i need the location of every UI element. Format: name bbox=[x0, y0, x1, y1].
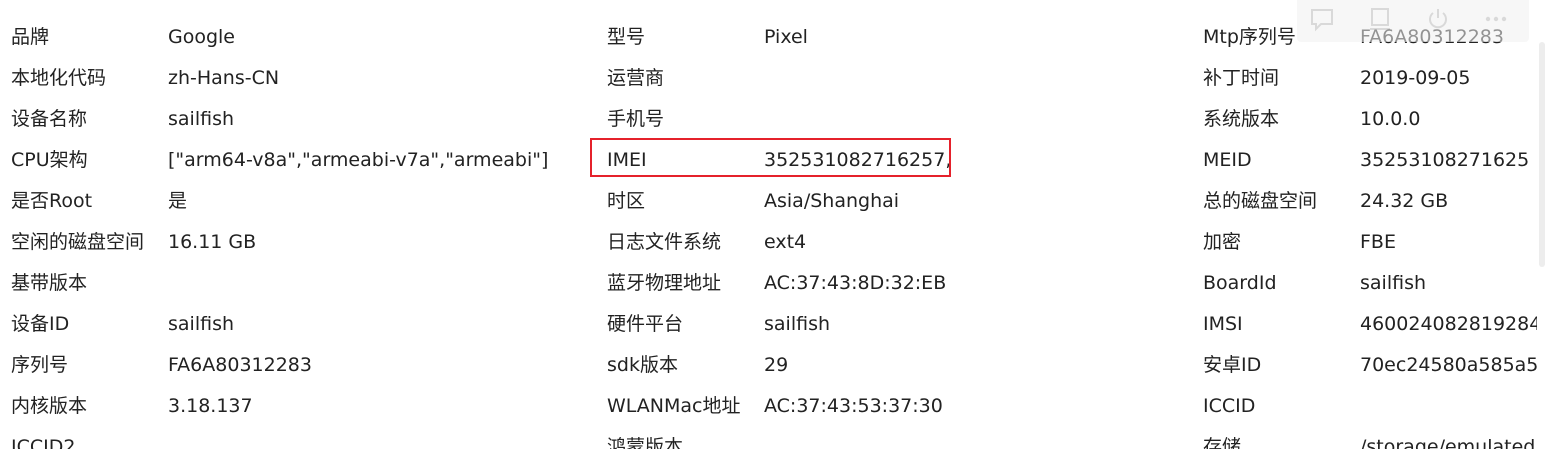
field-value: sailfish bbox=[168, 108, 235, 130]
field-label: 补丁时间 bbox=[1203, 67, 1280, 89]
vertical-scrollbar[interactable] bbox=[1528, 0, 1557, 449]
scrollbar-thumb[interactable] bbox=[1539, 42, 1545, 267]
field-label: 本地化代码 bbox=[11, 67, 107, 89]
field-value: 2019-09-05 bbox=[1360, 67, 1471, 89]
table-row: 空闲的磁盘空间 16.11 GB 日志文件系统 ext4 加密 FBE bbox=[0, 222, 1557, 263]
field-label: 是否Root bbox=[11, 190, 93, 212]
field-label: 设备名称 bbox=[11, 108, 88, 130]
field-label: 系统版本 bbox=[1203, 108, 1280, 130]
table-row: 序列号 FA6A80312283 sdk版本 29 安卓ID 70ec24580a585a… bbox=[0, 345, 1557, 386]
field-value: Google bbox=[168, 26, 236, 48]
field-value: zh-Hans-CN bbox=[168, 67, 280, 89]
field-label: BoardId bbox=[1203, 272, 1277, 294]
device-info-panel: 品牌Google型号PixelMtp序列号FA6A80312283本地化代码zh… bbox=[0, 0, 1557, 449]
table-row: CPU架构 ["arm64-v8a","armeabi-v7a","armeabi… bbox=[0, 140, 1557, 181]
field-label: 硬件平台 bbox=[607, 313, 684, 335]
field-label: 安卓ID bbox=[1203, 354, 1262, 376]
overlay-toolbar bbox=[1297, 0, 1529, 42]
field-value bbox=[1360, 386, 1537, 427]
field-value bbox=[764, 427, 1184, 449]
power-icon[interactable] bbox=[1423, 4, 1453, 34]
field-label: 加密 bbox=[1203, 231, 1242, 253]
field-label: 运营商 bbox=[607, 67, 665, 89]
field-value: AC:37:43:53:37:30 bbox=[764, 395, 943, 417]
field-value: 是 bbox=[168, 190, 188, 212]
table-row: 内核版本 3.18.137 WLANMac地址 AC:37:43:53:37:30 IC… bbox=[0, 386, 1557, 427]
field-value: 10.0.0 bbox=[1360, 108, 1421, 130]
field-value: sailfish bbox=[168, 313, 235, 335]
field-label: ICCID bbox=[1203, 395, 1256, 417]
field-label: 手机号 bbox=[607, 108, 665, 130]
field-label: 蓝牙物理地址 bbox=[607, 272, 722, 294]
field-label: 型号 bbox=[607, 26, 646, 48]
field-label: ICCID2 bbox=[11, 436, 76, 449]
field-label: sdk版本 bbox=[607, 354, 678, 376]
field-value: sailfish bbox=[1360, 272, 1427, 294]
field-value: Pixel bbox=[764, 26, 808, 48]
field-label: 设备ID bbox=[11, 313, 70, 335]
field-label: 基带版本 bbox=[11, 272, 88, 294]
field-label: 鸿蒙版本 bbox=[607, 436, 684, 449]
field-value: ["arm64-v8a","armeabi-v7a","armeabi"] bbox=[168, 149, 549, 171]
table-row: ICCID2 鸿蒙版本 存储/storage/emulated bbox=[0, 427, 1557, 449]
field-value: 16.11 GB bbox=[168, 231, 257, 253]
comment-icon[interactable] bbox=[1307, 4, 1337, 34]
table-row: 基带版本 蓝牙物理地址 AC:37:43:8D:32:EB BoardId sailfi… bbox=[0, 263, 1557, 304]
more-icon[interactable] bbox=[1481, 4, 1511, 34]
field-value: 460024082819284 bbox=[1360, 313, 1537, 335]
field-label: WLANMac地址 bbox=[607, 395, 741, 417]
field-label: 总的磁盘空间 bbox=[1203, 190, 1318, 212]
field-label: IMEI bbox=[607, 149, 647, 171]
window-icon[interactable] bbox=[1365, 4, 1395, 34]
field-label: 内核版本 bbox=[11, 395, 88, 417]
field-value bbox=[764, 99, 1184, 140]
field-value: 24.32 GB bbox=[1360, 190, 1449, 212]
field-value bbox=[168, 263, 588, 304]
table-row: 是否Root 是 时区 Asia/Shanghai 总的磁盘空间 24.32 GB bbox=[0, 181, 1557, 222]
field-value: /storage/emulated bbox=[1360, 436, 1536, 449]
field-label: 时区 bbox=[607, 190, 646, 212]
field-value: AC:37:43:8D:32:EB bbox=[764, 272, 947, 294]
field-label: IMSI bbox=[1203, 313, 1243, 335]
field-value: FA6A80312283 bbox=[168, 354, 312, 376]
field-value: Asia/Shanghai bbox=[764, 190, 900, 212]
field-value: FBE bbox=[1360, 231, 1396, 253]
field-label: 序列号 bbox=[11, 354, 69, 376]
table-row: 本地化代码 zh-Hans-CN 运营商 补丁时间 2019-09-05 bbox=[0, 58, 1557, 99]
field-label: CPU架构 bbox=[11, 149, 88, 171]
field-label: 空闲的磁盘空间 bbox=[11, 231, 145, 253]
table-row: 设备ID sailfish 硬件平台 sailfish IMSI 460024082819… bbox=[0, 304, 1557, 345]
field-label: 日志文件系统 bbox=[607, 231, 722, 253]
field-label: MEID bbox=[1203, 149, 1252, 171]
field-label: 存储 bbox=[1203, 436, 1242, 449]
field-value bbox=[764, 58, 1184, 99]
field-value: sailfish bbox=[764, 313, 831, 335]
field-value: 70ec24580a585a56 bbox=[1360, 354, 1537, 376]
field-value: 35253108271625 bbox=[1360, 149, 1530, 171]
field-value: 352531082716257, bbox=[764, 149, 952, 171]
field-value bbox=[168, 427, 588, 449]
field-value: ext4 bbox=[764, 231, 807, 253]
field-value: 3.18.137 bbox=[168, 395, 253, 417]
field-label: 品牌 bbox=[11, 26, 50, 48]
table-row: 设备名称 sailfish 手机号 系统版本 10.0.0 bbox=[0, 99, 1557, 140]
field-value: 29 bbox=[764, 354, 789, 376]
